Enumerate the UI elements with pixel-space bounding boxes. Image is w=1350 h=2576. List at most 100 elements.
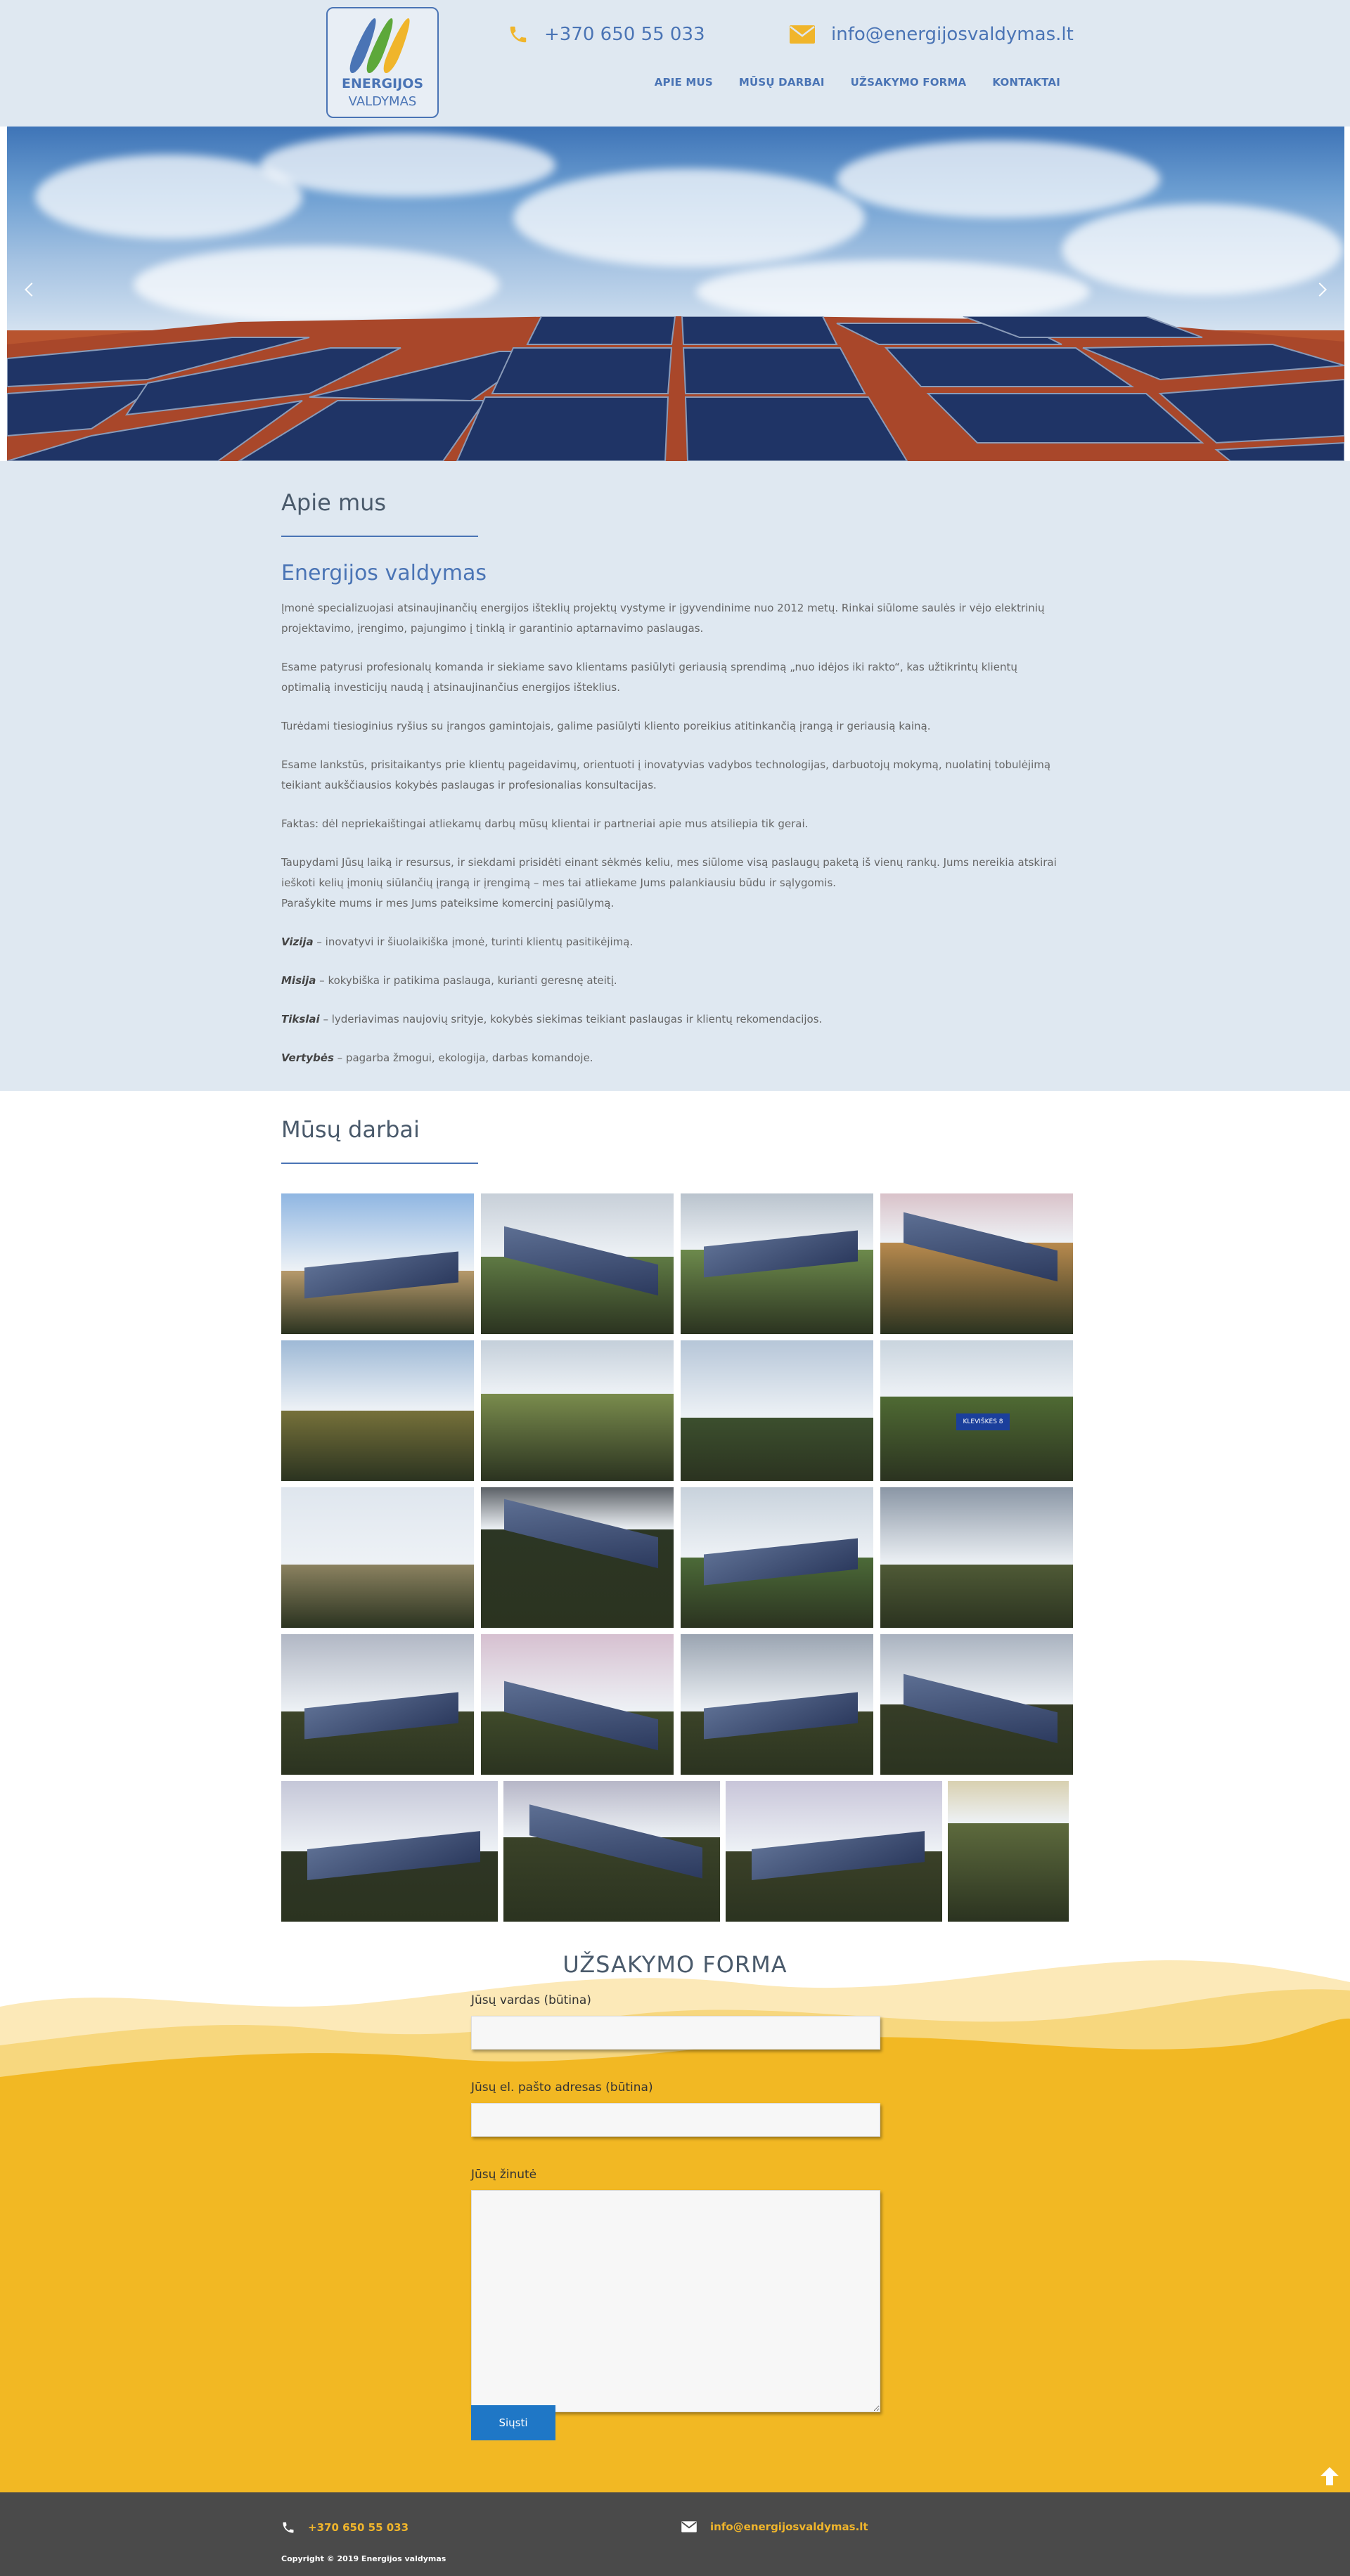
about-paragraph: Faktas: dėl nepriekaištingai atliekamų d…	[281, 817, 809, 830]
cloud	[260, 134, 555, 197]
value-term: Vertybės	[281, 1051, 334, 1064]
photo-sky	[880, 1487, 1073, 1565]
photo-sky	[880, 1340, 1073, 1397]
gallery-photo[interactable]	[481, 1193, 674, 1334]
order-form-title: UŽSAKYMO FORMA	[562, 1951, 788, 1978]
value-term: Vizija	[281, 936, 314, 948]
photo-ground	[880, 1565, 1073, 1628]
about-paragraph: Esame patyrusi profesionalų komanda ir s…	[281, 661, 1017, 694]
site-logo[interactable]: ENERGIJOS VALDYMAS	[326, 7, 439, 118]
value-term: Misija	[281, 974, 316, 987]
logo-text-valdymas: VALDYMAS	[348, 94, 417, 109]
phone-icon	[283, 2522, 294, 2533]
photo-sky	[681, 1340, 873, 1418]
cloud	[513, 169, 865, 267]
message-field[interactable]	[471, 2190, 880, 2412]
arrow-up-icon[interactable]	[1319, 2466, 1340, 2487]
message-label: Jūsų žinutė	[471, 2168, 537, 2182]
order-form: Jūsų vardas (būtina) Jūsų el. pašto adre…	[471, 1993, 880, 2412]
about-paragraph: Įmonė specializuojasi atsinaujinančių en…	[281, 602, 1045, 635]
phone-icon	[510, 26, 527, 43]
header-email[interactable]: info@energijosvaldymas.lt	[789, 24, 1074, 45]
photo-ground	[880, 1397, 1073, 1481]
gallery-photo[interactable]	[503, 1781, 720, 1922]
gallery-photo[interactable]	[948, 1781, 1069, 1922]
photo-ground	[948, 1823, 1069, 1922]
cloud	[134, 246, 499, 323]
footer-email-text: info@energijosvaldymas.lt	[710, 2520, 868, 2533]
nav-musu-darbai[interactable]: MŪSŲ DARBAI	[739, 76, 825, 89]
gallery-photo[interactable]	[880, 1634, 1073, 1775]
gallery-photo[interactable]	[481, 1634, 674, 1775]
photo-ground	[481, 1394, 674, 1481]
header-phone-text: +370 650 55 033	[544, 24, 705, 45]
about-paragraph: Taupydami Jūsų laiką ir resursus, ir sie…	[281, 853, 1069, 914]
footer-phone[interactable]: +370 650 55 033	[281, 2520, 409, 2535]
gallery-photo[interactable]	[281, 1487, 474, 1628]
cloud	[696, 260, 1090, 323]
value-vertybes: Vertybės – pagarba žmogui, ekologija, da…	[281, 1048, 1069, 1068]
about-title: Apie mus	[281, 489, 387, 516]
submit-button[interactable]: Siųsti	[471, 2405, 555, 2440]
solar-roof-image	[7, 316, 1344, 461]
value-text: – inovatyvi ir šiuolaikiška įmonė, turin…	[313, 936, 634, 948]
email-field[interactable]	[471, 2103, 880, 2137]
gallery-photo[interactable]	[681, 1193, 873, 1334]
logo-text-energijos: ENERGIJOS	[341, 76, 424, 91]
value-text: – kokybiška ir patikima paslauga, kurian…	[316, 974, 617, 987]
name-label: Jūsų vardas (būtina)	[471, 1993, 591, 2007]
gallery-photo[interactable]	[281, 1634, 474, 1775]
gallery-photo[interactable]: KLEVIŠKĖS 8	[880, 1340, 1073, 1481]
name-field[interactable]	[471, 2016, 880, 2050]
cloud	[837, 141, 1160, 218]
works-section: Mūsų darbai	[281, 1116, 1069, 1164]
site-header: ENERGIJOS VALDYMAS +370 650 55 033 info@…	[0, 0, 1350, 127]
gallery-photo[interactable]	[281, 1340, 474, 1481]
cloud	[1062, 204, 1343, 295]
photo-sky	[948, 1781, 1069, 1823]
hero-slider	[7, 127, 1344, 461]
chevron-right-icon[interactable]	[1313, 283, 1327, 297]
gallery-photo[interactable]	[481, 1487, 674, 1628]
nav-apie-mus[interactable]: APIE MUS	[655, 76, 713, 89]
works-title: Mūsų darbai	[281, 1116, 420, 1143]
footer-email[interactable]: info@energijosvaldymas.lt	[681, 2520, 868, 2533]
value-tikslai: Tikslai – lyderiavimas naujovių srityje,…	[281, 1009, 1069, 1030]
envelope-icon	[681, 2521, 697, 2532]
gallery-photo[interactable]	[681, 1340, 873, 1481]
gallery-photo[interactable]	[681, 1487, 873, 1628]
about-subtitle: Energijos valdymas	[281, 561, 487, 585]
envelope-icon	[790, 25, 815, 44]
photo-sky	[481, 1340, 674, 1394]
value-misija: Misija – kokybiška ir patikima paslauga,…	[281, 971, 1069, 991]
photo-ground	[281, 1411, 474, 1481]
gallery-photo[interactable]	[726, 1781, 942, 1922]
copyright: Copyright © 2019 Energijos valdymas	[281, 2554, 446, 2563]
chevron-left-icon[interactable]	[25, 283, 39, 297]
about-section: Apie mus Energijos valdymas Įmonė specia…	[0, 461, 1350, 1091]
gallery-photo[interactable]	[281, 1193, 474, 1334]
header-email-text: info@energijosvaldymas.lt	[831, 24, 1074, 45]
about-cta: Parašykite mums ir mes Jums pateiksime k…	[281, 897, 615, 910]
value-term: Tikslai	[281, 1013, 320, 1025]
value-text: – pagarba žmogui, ekologija, darbas koma…	[333, 1051, 593, 1064]
gallery-photo[interactable]	[880, 1487, 1073, 1628]
works-title-rule	[281, 1163, 478, 1164]
photo-sky	[281, 1340, 474, 1411]
gallery-photo[interactable]	[481, 1340, 674, 1481]
email-label: Jūsų el. pašto adresas (būtina)	[471, 2080, 653, 2095]
about-title-rule	[281, 536, 478, 537]
photo-sign: KLEVIŠKĖS 8	[956, 1413, 1010, 1430]
nav-kontaktai[interactable]: KONTAKTAI	[992, 76, 1060, 89]
gallery-photo[interactable]	[281, 1781, 498, 1922]
about-paragraph: Turėdami tiesioginius ryšius su įrangos …	[281, 720, 931, 732]
main-nav: APIE MUS MŪSŲ DARBAI UŽSAKYMO FORMA KONT…	[629, 76, 1060, 89]
about-paragraph: Esame lankstūs, prisitaikantys prie klie…	[281, 758, 1051, 791]
footer-phone-text: +370 650 55 033	[308, 2521, 409, 2534]
header-phone[interactable]: +370 650 55 033	[508, 24, 705, 45]
gallery-photo[interactable]	[681, 1634, 873, 1775]
gallery-photo[interactable]	[880, 1193, 1073, 1334]
value-text: – lyderiavimas naujovių srityje, kokybės…	[319, 1013, 823, 1025]
nav-uzsakymo-forma[interactable]: UŽSAKYMO FORMA	[851, 76, 967, 89]
value-vizija: Vizija – inovatyvi ir šiuolaikiška įmonė…	[281, 932, 1069, 952]
